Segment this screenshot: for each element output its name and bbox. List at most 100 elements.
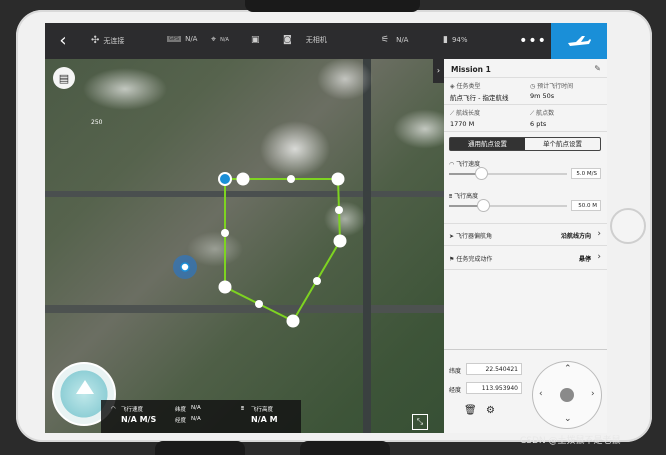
waypoint-actions-icon: ⚙ xyxy=(486,405,495,416)
waypoint-icon: ⟋ xyxy=(530,110,535,117)
divider xyxy=(444,245,607,246)
home-location xyxy=(173,255,197,279)
waypoint-start[interactable] xyxy=(218,172,232,186)
app-screen: ‹ ✣ 无连接 GPS N/A ⌖ N/A ▣ ◙ 无相机 ⚟ N/A ▮ 94… xyxy=(45,23,607,433)
dpad-down-icon[interactable]: ⌄ xyxy=(564,414,572,424)
divider xyxy=(444,77,607,78)
speed-slider-handle[interactable] xyxy=(474,167,488,180)
chevron-right-icon: › xyxy=(436,66,441,75)
waypoint-count-info: ⟋ 航点数 6 pts xyxy=(530,110,555,128)
latitude-field[interactable]: 22.540421 xyxy=(466,363,522,375)
divider xyxy=(444,131,607,132)
altitude-setting: ⩩ 飞行高度 50.0 M xyxy=(449,191,601,212)
expand-arrows-icon: ⤡ xyxy=(416,417,424,426)
altitude-value-field[interactable]: 50.0 M xyxy=(571,200,601,211)
pencil-icon: ✎ xyxy=(594,64,601,73)
watermark: CSDN @土拨鼠不是老鼠 xyxy=(520,436,621,446)
route-lines xyxy=(224,178,342,323)
task-type-icon: ◈ xyxy=(450,83,455,90)
altitude-slider[interactable] xyxy=(449,199,567,212)
waypoint[interactable] xyxy=(331,172,345,186)
heading-setting-row[interactable]: ➤ 飞行器偏航角 沿航线方向 › xyxy=(449,229,601,240)
add-waypoint-marker[interactable] xyxy=(287,175,295,183)
dpad-left-icon[interactable]: ‹ xyxy=(539,389,543,399)
fullscreen-toggle-button[interactable]: ⤡ xyxy=(412,414,428,430)
chevron-right-icon: › xyxy=(597,229,601,239)
home-button[interactable] xyxy=(610,208,646,244)
tab-general-waypoint-settings[interactable]: 通用航点设置 xyxy=(450,138,525,150)
add-waypoint-marker[interactable] xyxy=(221,229,229,237)
mission-panel: Mission 1 ✎ ◈ 任务类型 航点飞行 - 指定航线 ◷ 预计飞行时间 … xyxy=(444,59,607,433)
dpad-center-button[interactable] xyxy=(560,388,574,402)
clock-icon: ◷ xyxy=(530,83,536,90)
telemetry-bar: ◠ 飞行速度 N/A M/S 纬度 N/A 经度 N/A ⩩ 飞行高度 N/A … xyxy=(101,400,301,433)
add-waypoint-marker[interactable] xyxy=(255,300,263,308)
divider xyxy=(444,104,607,105)
altitude-icon: ⩩ xyxy=(241,406,244,412)
waypoint[interactable] xyxy=(236,172,250,186)
mode-icon: ⚟ xyxy=(381,35,390,45)
camera-icon: ◙ xyxy=(283,35,292,45)
controller-clamp-right xyxy=(300,441,390,455)
waypoint-settings-tabs: 通用航点设置 单个航点设置 xyxy=(449,137,601,151)
finish-action-icon: ⚑ xyxy=(449,256,455,263)
controller-clamp-top xyxy=(245,0,420,12)
waypoint[interactable] xyxy=(286,314,300,328)
longitude-field[interactable]: 113.953940 xyxy=(466,382,522,394)
gps-status: GPS N/A xyxy=(167,35,198,43)
airplane-icon xyxy=(568,36,591,46)
waypoints xyxy=(218,172,347,328)
signal-status: ⌖ N/A xyxy=(211,35,229,45)
remote-controller-icon: ▣ xyxy=(251,35,260,45)
finish-action-row[interactable]: ⚑ 任务完成动作 悬停 › xyxy=(449,252,601,263)
divider xyxy=(444,269,607,270)
more-menu-button[interactable]: ••• xyxy=(515,23,551,59)
delete-waypoint-button[interactable]: 🗑 xyxy=(464,405,477,416)
connection-status: ✣ 无连接 xyxy=(91,35,125,46)
satellite-icon: ⌖ xyxy=(211,35,217,45)
gps-icon: GPS xyxy=(167,36,182,42)
drone-icon: ✣ xyxy=(91,35,100,46)
back-button[interactable]: ‹ xyxy=(51,29,75,53)
divider xyxy=(444,349,607,350)
waypoint[interactable] xyxy=(333,234,347,248)
controller-status: ▣ xyxy=(251,35,260,45)
route-icon: ⟋ xyxy=(450,110,455,117)
home-point-icon xyxy=(180,262,190,272)
heading-icon: ➤ xyxy=(449,233,455,240)
speed-slider[interactable] xyxy=(449,167,567,180)
add-waypoint-marker[interactable] xyxy=(313,277,321,285)
route-path xyxy=(224,178,342,323)
waypoint-position-dpad: ⌃ ⌄ ‹ › xyxy=(532,361,602,429)
mode-status: ⚟ N/A xyxy=(381,35,409,45)
route-add-points xyxy=(221,175,343,308)
trash-icon: 🗑 xyxy=(464,405,477,416)
controller-clamp-left xyxy=(155,441,245,455)
dpad-right-icon[interactable]: › xyxy=(591,389,595,399)
altitude-icon: ⩩ xyxy=(449,193,453,200)
speed-setting: ◠ 飞行速度 5.0 M/S xyxy=(449,159,601,180)
battery-status: ▮ 94% xyxy=(443,35,468,45)
task-type-info: ◈ 任务类型 航点飞行 - 指定航线 xyxy=(450,83,509,102)
camera-status: ◙ 无相机 xyxy=(283,35,327,45)
add-waypoint-marker[interactable] xyxy=(335,206,343,214)
speed-value-field[interactable]: 5.0 M/S xyxy=(571,168,601,179)
route-length-info: ⟋ 航线长度 1770 M xyxy=(450,110,481,128)
waypoint-actions-button[interactable]: ⚙ xyxy=(486,405,495,416)
mission-title: Mission 1 xyxy=(451,65,491,74)
altitude-slider-handle[interactable] xyxy=(477,199,491,212)
panel-collapse-button[interactable]: › xyxy=(433,59,444,83)
chevron-right-icon: › xyxy=(597,252,601,262)
dpad-up-icon[interactable]: ⌃ xyxy=(564,364,572,374)
waypoint[interactable] xyxy=(218,280,232,294)
coordinate-editor: 纬度 22.540421 经度 113.953940 🗑 ⚙ xyxy=(444,355,522,433)
edit-mission-button[interactable]: ✎ xyxy=(594,64,601,73)
speed-icon: ◠ xyxy=(449,161,455,168)
takeoff-button[interactable] xyxy=(551,23,607,59)
aircraft-heading-icon xyxy=(76,380,94,394)
speed-icon: ◠ xyxy=(111,406,116,412)
tab-single-waypoint-settings[interactable]: 单个航点设置 xyxy=(525,138,600,150)
est-time-info: ◷ 预计飞行时间 9m 50s xyxy=(530,83,574,100)
battery-icon: ▮ xyxy=(443,35,448,45)
top-status-bar: ‹ ✣ 无连接 GPS N/A ⌖ N/A ▣ ◙ 无相机 ⚟ N/A ▮ 94… xyxy=(45,23,607,59)
